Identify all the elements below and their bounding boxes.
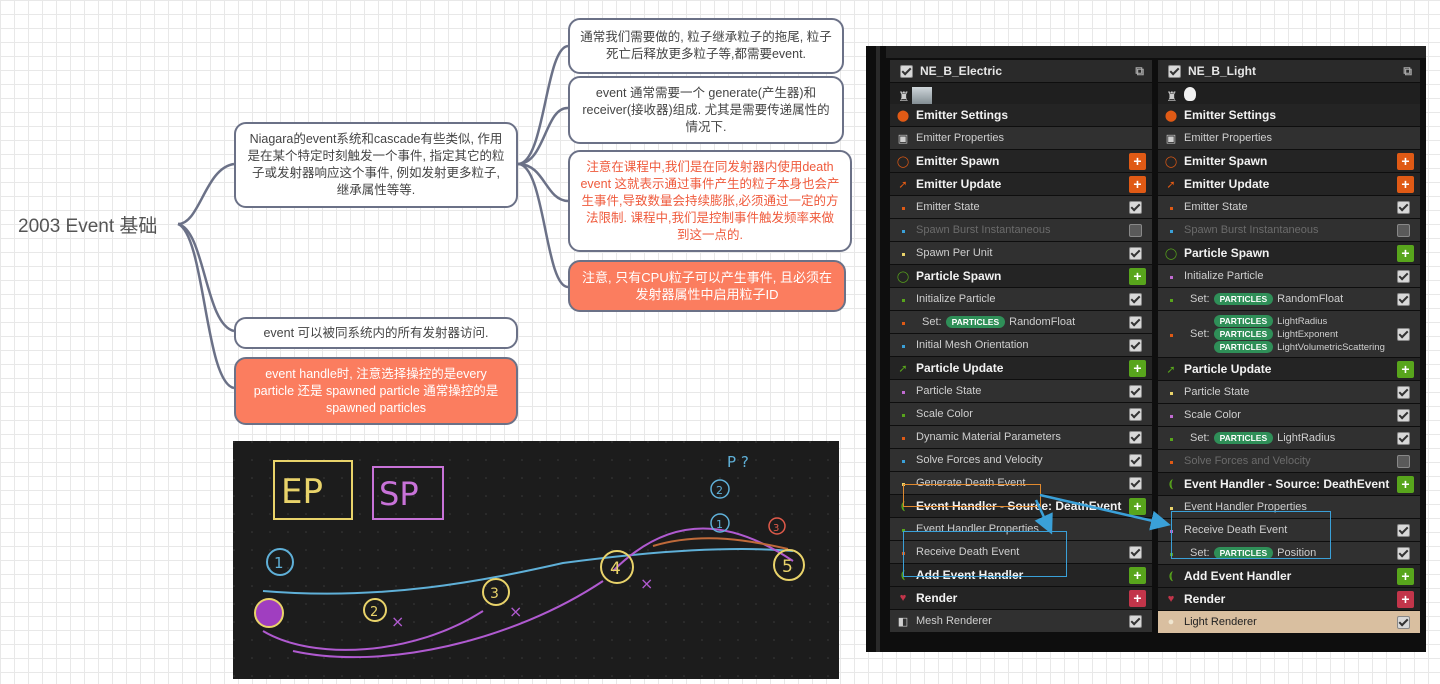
sketch-drawing: EP SP 1 2 3 4 5 × × × 2 1 3 P ? bbox=[233, 441, 839, 679]
sketch-label-3b: 3 bbox=[773, 523, 779, 534]
sketch-label-3: 3 bbox=[490, 586, 499, 602]
sketch-ep: EP bbox=[281, 472, 323, 512]
node-shared-access: event 可以被同系统内的所有发射器访问. bbox=[234, 317, 518, 349]
sketch-sp: SP bbox=[379, 475, 419, 513]
sketch-label-4: 4 bbox=[610, 559, 621, 579]
node-generator-receiver: event 通常需要一个 generate(产生器)和receiver(接收器)… bbox=[568, 76, 844, 144]
sketch-label-1: 1 bbox=[274, 554, 284, 572]
sketch-label-1b: 1 bbox=[716, 518, 723, 531]
node-event-system-intro: Niagara的event系统和cascade有些类似, 作用是在某个特定时刻触… bbox=[234, 122, 518, 208]
sketch-label-p: P ? bbox=[727, 453, 749, 471]
node-event-handle-tip: event handle时, 注意选择操控的是every particle 还是… bbox=[234, 357, 518, 425]
svg-text:×: × bbox=[509, 602, 522, 621]
event-link-arrows bbox=[1034, 493, 1171, 535]
sketch-label-2b: 2 bbox=[716, 484, 723, 497]
node-cpu-only-note: 注意, 只有CPU粒子可以产生事件, 且必须在发射器属性中启用粒子ID bbox=[568, 260, 846, 312]
niagara-stack-panel: NE_B_Electric ⧉ ♜ NE_B_Light ⧉ ♜ ⬤ Emitte… bbox=[866, 46, 1426, 652]
sketch-label-5: 5 bbox=[782, 557, 793, 577]
svg-text:×: × bbox=[391, 612, 404, 631]
mindmap-root: 2003 Event 基础 bbox=[18, 216, 158, 237]
node-death-event-warning: 注意在课程中,我们是在同发射器内使用death event 这就表示通过事件产生… bbox=[568, 150, 852, 252]
sketch-board: EP SP 1 2 3 4 5 × × × 2 1 3 P ? bbox=[233, 441, 839, 679]
sketch-label-2: 2 bbox=[370, 605, 378, 620]
svg-text:×: × bbox=[640, 574, 653, 593]
node-common-uses: 通常我们需要做的, 粒子继承粒子的拖尾, 粒子死亡后释放更多粒子等,都需要eve… bbox=[568, 18, 844, 74]
